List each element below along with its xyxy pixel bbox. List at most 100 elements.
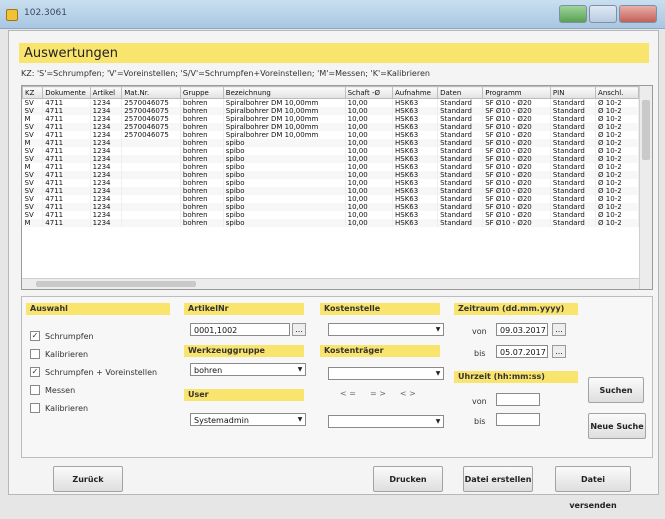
checkbox[interactable] [30, 349, 40, 359]
column-header[interactable]: Mat.Nr. [121, 86, 181, 99]
column-header[interactable]: Aufnahme [391, 86, 439, 99]
table-row[interactable]: SV 4711 1234 2570046075 bohren Spiralbohrer D… [22, 131, 639, 139]
column-header[interactable]: Bezeichnung [222, 86, 346, 99]
table-row[interactable]: SV 4711 1234 bohren spibo 10,00 HSK63 Standard S… [22, 155, 639, 163]
results-table[interactable]: KZ Dokumente Artikel Mat.Nr. Gruppe Bezeichnu… [21, 85, 653, 290]
send-file-button[interactable]: Datei versenden [555, 466, 631, 510]
column-header[interactable]: Programm [482, 86, 551, 99]
table-row[interactable]: SV 4711 1234 2570046075 bohren Spiralbohrer D… [22, 98, 639, 107]
werkzeuggruppe-select[interactable]: bohren ▼ [190, 363, 306, 376]
checkbox[interactable]: ✓ [30, 367, 40, 377]
operator-radio-group[interactable]: < = = > < > [340, 389, 416, 398]
radio-option[interactable]: < > [400, 389, 416, 398]
table-row[interactable]: M 4711 1234 2570046075 bohren Spiralbohrer DM… [22, 115, 639, 123]
table-cell: Standard [437, 171, 484, 179]
maximize-button[interactable] [589, 5, 617, 23]
auswahl-label: Auswahl [26, 303, 170, 315]
table-row[interactable]: SV 4711 1234 bohren spibo 10,00 HSK63 Standard S… [22, 187, 639, 195]
horizontal-scroll-thumb[interactable] [36, 281, 196, 287]
table-cell: 4711 [42, 115, 91, 123]
table-row[interactable]: M 4711 1234 bohren spibo 10,00 HSK63 Standard SF… [22, 163, 639, 171]
artikelnr-browse-button[interactable]: ... [292, 323, 306, 336]
table-row[interactable]: SV 4711 1234 bohren spibo 10,00 HSK63 Standard S… [22, 147, 639, 155]
chevron-down-icon[interactable]: ▼ [433, 416, 443, 427]
vertical-scroll-thumb[interactable] [642, 100, 650, 160]
table-cell: Ø 10-2 [595, 163, 639, 171]
table-cell: Standard [550, 123, 597, 131]
column-header[interactable]: Gruppe [179, 86, 224, 99]
table-row[interactable]: M 4711 1234 bohren spibo 10,00 HSK63 Standard SF… [22, 139, 639, 147]
table-cell: HSK63 [392, 163, 439, 171]
print-button[interactable]: Drucken [373, 466, 443, 492]
horizontal-scrollbar[interactable] [22, 278, 639, 289]
column-header[interactable]: Dokumente [42, 86, 91, 99]
artikelnr-input[interactable]: 0001,1002 [190, 323, 290, 336]
kostentraeger-select[interactable]: ▼ [328, 367, 444, 380]
table-row[interactable]: M 4711 1234 bohren spibo 10,00 HSK63 Standard SF… [22, 219, 639, 227]
table-cell: Standard [550, 203, 597, 211]
kostentraeger-select-2[interactable]: ▼ [328, 415, 444, 428]
column-header[interactable]: Anschl. [595, 86, 639, 99]
table-row[interactable]: SV 4711 1234 bohren spibo 10,00 HSK63 Standard S… [22, 179, 639, 187]
table-cell: Ø 10-2 [595, 139, 639, 147]
table-cell: Ø 10-2 [595, 107, 639, 115]
date-from-picker-button[interactable]: ... [552, 323, 566, 336]
option-kalibrieren[interactable]: Kalibrieren [30, 349, 88, 359]
table-cell: 1234 [90, 98, 123, 107]
time-from-input[interactable] [496, 393, 540, 406]
minimize-button[interactable] [559, 5, 587, 23]
option-schrumpfen-voreinstellen[interactable]: ✓ Schrumpfen + Voreinstellen [30, 367, 157, 377]
back-button[interactable]: Zurück [53, 466, 123, 492]
time-to-input[interactable] [496, 413, 540, 426]
table-row[interactable]: SV 4711 1234 2570046075 bohren Spiralbohrer D… [22, 107, 639, 115]
table-cell: SF Ø10 - Ø20 [482, 123, 551, 131]
date-to-input[interactable]: 05.07.2017 [496, 345, 548, 358]
vertical-scrollbar[interactable] [639, 86, 652, 289]
kostenstelle-select[interactable]: ▼ [328, 323, 444, 336]
table-row[interactable]: SV 4711 1234 bohren spibo 10,00 HSK63 Standard S… [22, 195, 639, 203]
checkbox[interactable] [30, 403, 40, 413]
table-cell: 10,00 [345, 147, 393, 155]
radio-option[interactable]: = > [370, 389, 386, 398]
table-cell: SF Ø10 - Ø20 [482, 155, 551, 163]
option-messen[interactable]: Messen [30, 385, 75, 395]
search-button[interactable]: Suchen [588, 377, 644, 403]
checkbox[interactable]: ✓ [30, 331, 40, 341]
table-row[interactable]: SV 4711 1234 bohren spibo 10,00 HSK63 Standard S… [22, 203, 639, 211]
checkbox[interactable] [30, 385, 40, 395]
column-header[interactable]: KZ [22, 86, 44, 99]
table-row[interactable]: SV 4711 1234 2570046075 bohren Spiralbohrer D… [22, 123, 639, 131]
option-kalibrieren-2[interactable]: Kalibrieren [30, 403, 88, 413]
table-cell: bohren [180, 195, 224, 203]
option-schrumpfen[interactable]: ✓ Schrumpfen [30, 331, 94, 341]
new-search-button[interactable]: Neue Suche [588, 413, 646, 439]
column-header[interactable]: Daten [437, 86, 484, 99]
table-cell: SF Ø10 - Ø20 [482, 163, 551, 171]
table-cell: Standard [550, 139, 597, 147]
radio-option[interactable]: < = [340, 389, 356, 398]
table-cell: 4711 [42, 187, 91, 195]
table-cell: 1234 [90, 115, 123, 123]
table-cell: Ø 10-2 [595, 123, 639, 131]
column-header[interactable]: Artikel [89, 86, 123, 99]
date-from-input[interactable]: 09.03.2017 [496, 323, 548, 336]
table-cell: Standard [550, 219, 597, 227]
uhrzeit-label: Uhrzeit (hh:mm:ss) [454, 371, 578, 383]
chevron-down-icon[interactable]: ▼ [295, 364, 305, 375]
table-cell: 10,00 [345, 211, 393, 219]
column-header[interactable]: PIN [549, 86, 597, 99]
chevron-down-icon[interactable]: ▼ [433, 368, 443, 379]
table-row[interactable]: SV 4711 1234 bohren spibo 10,00 HSK63 Standard S… [22, 171, 639, 179]
zeitraum-label: Zeitraum (dd.mm.yyyy) [454, 303, 578, 315]
table-cell: bohren [180, 211, 224, 219]
user-select[interactable]: Systemadmin ▼ [190, 413, 306, 426]
create-file-button[interactable]: Datei erstellen [463, 466, 533, 492]
chevron-down-icon[interactable]: ▼ [295, 414, 305, 425]
table-cell: 4711 [42, 163, 91, 171]
column-header[interactable]: Schaft -Ø [344, 86, 393, 99]
window-controls [559, 5, 657, 23]
chevron-down-icon[interactable]: ▼ [433, 324, 443, 335]
close-button[interactable] [619, 5, 657, 23]
date-to-picker-button[interactable]: ... [552, 345, 566, 358]
table-row[interactable]: SV 4711 1234 bohren spibo 10,00 HSK63 Standard S… [22, 211, 639, 219]
